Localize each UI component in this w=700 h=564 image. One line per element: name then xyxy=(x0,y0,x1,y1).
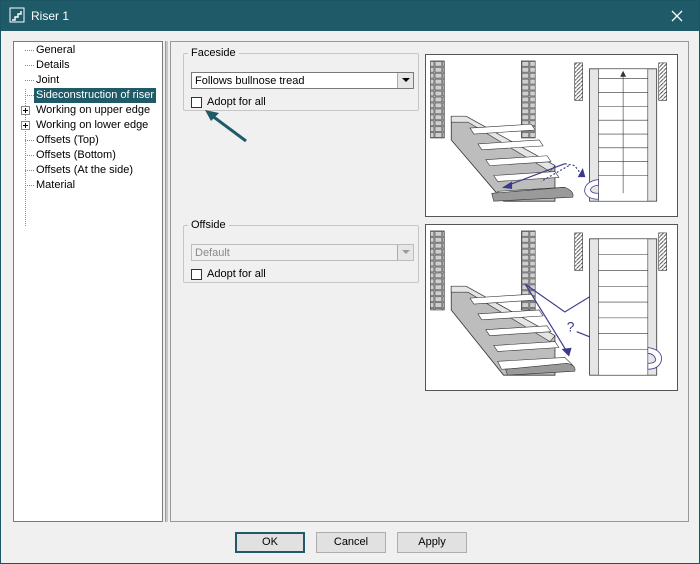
dialog-window: Riser 1 General Details Joint Sideconstr… xyxy=(0,0,700,564)
faceside-combo-value: Follows bullnose tread xyxy=(195,75,305,87)
window-title: Riser 1 xyxy=(31,9,70,23)
faceside-combo[interactable]: Follows bullnose tread xyxy=(191,72,414,89)
settings-panel: Faceside Follows bullnose tread Adopt fo… xyxy=(170,41,689,522)
expand-icon[interactable] xyxy=(21,121,30,130)
tree-item-label: Working on lower edge xyxy=(36,119,149,131)
cancel-button[interactable]: Cancel xyxy=(316,532,386,553)
faceside-illustration xyxy=(425,54,678,217)
faceside-legend: Faceside xyxy=(191,47,236,59)
ok-button[interactable]: OK xyxy=(235,532,305,553)
settings-tree[interactable]: General Details Joint Sideconstruction o… xyxy=(13,41,163,522)
tree-item-label: Offsets (At the side) xyxy=(36,164,134,176)
expand-icon[interactable] xyxy=(21,106,30,115)
offside-legend: Offside xyxy=(191,219,226,231)
apply-button[interactable]: Apply xyxy=(397,532,467,553)
faceside-group: Faceside Follows bullnose tread Adopt fo… xyxy=(183,47,419,111)
chevron-down-icon[interactable] xyxy=(397,73,413,88)
offside-group: Offside Default Adopt for all xyxy=(183,219,419,283)
offside-combo-value: Default xyxy=(195,247,230,259)
close-icon[interactable] xyxy=(667,6,687,26)
stair-app-icon xyxy=(9,7,25,23)
tree-item-label: Joint xyxy=(36,74,60,86)
chevron-down-icon xyxy=(397,245,413,260)
offside-illustration: ? xyxy=(425,224,678,391)
tree-item-label: Offsets (Top) xyxy=(36,134,99,146)
tree-item-label: Details xyxy=(36,59,70,71)
offside-adopt-label: Adopt for all xyxy=(207,268,266,280)
question-mark-text: ? xyxy=(567,319,575,335)
annotation-arrow-icon xyxy=(205,110,247,143)
offside-combo: Default xyxy=(191,244,414,261)
checkbox-box[interactable] xyxy=(191,269,202,280)
tree-item-label: General xyxy=(36,44,76,56)
tree-item-label: Working on upper edge xyxy=(36,104,151,116)
tree-item-label: Material xyxy=(36,179,76,191)
title-bar[interactable]: Riser 1 xyxy=(1,1,699,31)
pane-splitter[interactable] xyxy=(165,41,168,522)
tree-item-label: Offsets (Bottom) xyxy=(36,149,116,161)
tree-item-label: Sideconstruction of riser xyxy=(34,88,156,103)
